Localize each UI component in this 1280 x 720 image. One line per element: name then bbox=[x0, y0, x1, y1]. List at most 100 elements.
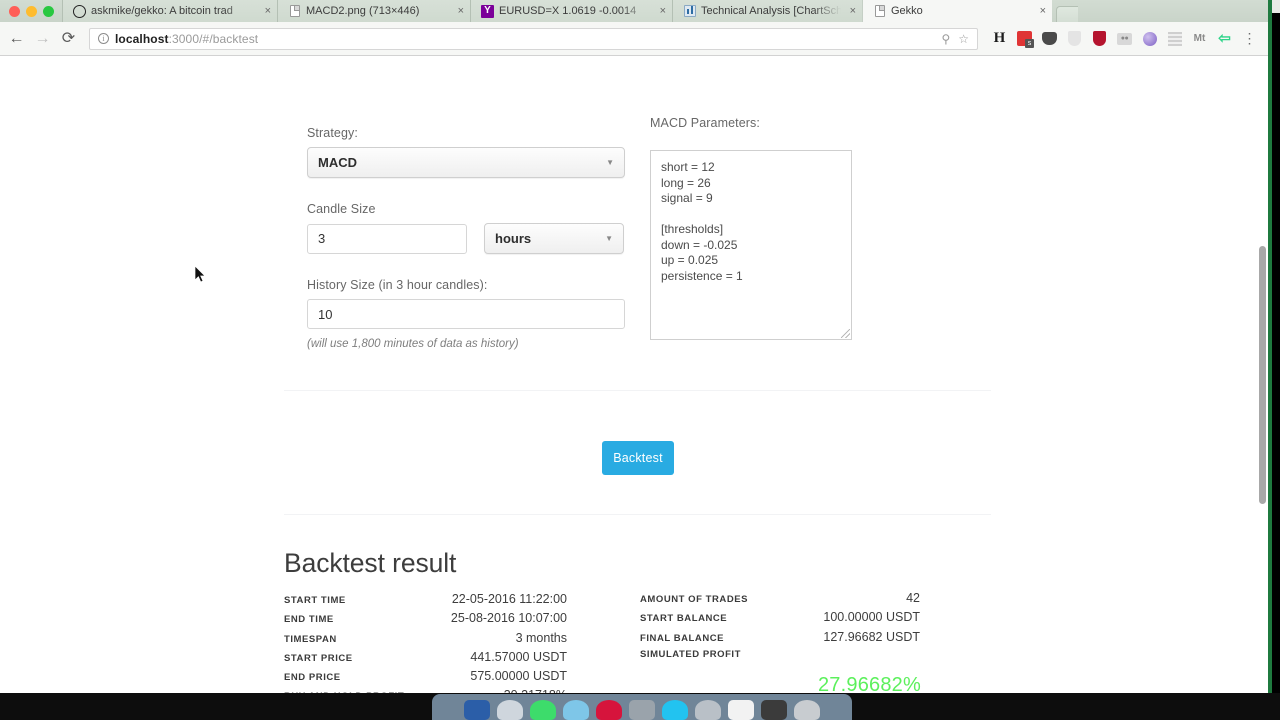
table-row: SIMULATED PROFIT bbox=[640, 649, 920, 668]
ublock-extension-icon[interactable] bbox=[1091, 30, 1108, 47]
candle-size-label: Candle Size bbox=[307, 202, 376, 216]
back-arrow-icon[interactable]: ← bbox=[8, 30, 25, 47]
star-icon[interactable]: ☆ bbox=[958, 32, 969, 46]
chart-icon bbox=[683, 5, 696, 18]
candle-unit-select[interactable]: hours ▼ bbox=[484, 223, 624, 254]
dock-trash-icon[interactable] bbox=[794, 700, 820, 720]
dock-mail-icon[interactable] bbox=[629, 700, 655, 720]
vertical-scrollbar[interactable] bbox=[1256, 56, 1268, 693]
history-hint: (will use 1,800 minutes of data as histo… bbox=[307, 338, 519, 350]
github-icon bbox=[73, 4, 86, 18]
macos-dock[interactable] bbox=[432, 694, 852, 720]
tab-github-gekko[interactable]: askmike/gekko: A bitcoin trad × bbox=[62, 0, 277, 22]
ghostery-extension-icon[interactable] bbox=[1066, 30, 1083, 47]
chrome-window: askmike/gekko: A bitcoin trad × MACD2.pn… bbox=[0, 0, 1268, 693]
strategy-label: Strategy: bbox=[307, 126, 358, 140]
tab-close-button[interactable]: × bbox=[1036, 5, 1046, 17]
result-value: 22-05-2016 11:22:00 bbox=[451, 592, 567, 606]
tab-title: Technical Analysis [ChartScho bbox=[701, 5, 841, 17]
result-key: TIMESPAN bbox=[284, 633, 337, 645]
address-bar[interactable]: i localhost:3000/#/backtest ⚲ ☆ bbox=[89, 27, 978, 50]
tab-strip: askmike/gekko: A bitcoin trad × MACD2.pn… bbox=[0, 0, 1268, 22]
resize-grip-icon[interactable] bbox=[841, 329, 850, 338]
screen: ⍒ Mike van askmike/gekko: A bitcoin trad… bbox=[0, 0, 1280, 720]
orb-extension-icon[interactable] bbox=[1141, 30, 1158, 47]
table-row: AMOUNT OF TRADES 42 bbox=[640, 591, 920, 610]
chevron-down-icon: ▼ bbox=[605, 234, 613, 243]
url-text: localhost:3000/#/backtest bbox=[115, 32, 258, 46]
url-host: localhost bbox=[115, 31, 169, 46]
honey-extension-icon[interactable]: H bbox=[991, 30, 1008, 47]
minimize-window-button[interactable] bbox=[26, 6, 37, 17]
candle-unit-value: hours bbox=[495, 231, 532, 246]
dock-finder-icon[interactable] bbox=[464, 700, 490, 720]
momentum-extension-icon[interactable]: Mt bbox=[1191, 30, 1208, 47]
params-textarea[interactable]: short = 12 long = 26 signal = 9 [thresho… bbox=[650, 150, 852, 340]
result-value: 3 months bbox=[515, 630, 567, 645]
table-row: START TIME 22-05-2016 11:22:00 bbox=[284, 592, 567, 611]
gekko-backtest-page: Strategy: MACD ▼ Candle Size 3 hours ▼ H… bbox=[0, 56, 1268, 693]
result-key: SIMULATED PROFIT bbox=[640, 648, 741, 660]
search-icon[interactable]: ⚲ bbox=[941, 32, 950, 46]
simulated-profit-value: 27.96682% bbox=[817, 674, 921, 693]
params-label: MACD Parameters: bbox=[650, 116, 760, 130]
results-right-column: AMOUNT OF TRADES 42 START BALANCE 100.00… bbox=[640, 591, 920, 668]
tab-macd2-png[interactable]: MACD2.png (713×446) × bbox=[277, 0, 470, 22]
dock-twitter-icon[interactable] bbox=[662, 700, 688, 720]
dock-safari-icon[interactable] bbox=[563, 700, 589, 720]
tab-technical-analysis[interactable]: Technical Analysis [ChartScho × bbox=[672, 0, 862, 22]
page-title: Backtest result bbox=[284, 548, 457, 578]
strategy-select-value: MACD bbox=[318, 155, 357, 170]
extensions-bar: H ●● Mt ⇦ ⋮ bbox=[991, 30, 1260, 48]
tab-eurusd[interactable]: Y EURUSD=X 1.0619 -0.0014 × bbox=[470, 0, 672, 22]
candle-size-input[interactable]: 3 bbox=[307, 223, 467, 254]
tab-gekko[interactable]: Gekko × bbox=[862, 0, 1052, 22]
reload-icon[interactable]: ⟳ bbox=[60, 30, 77, 47]
kebab-menu-icon[interactable]: ⋮ bbox=[1241, 30, 1258, 47]
tab-title: askmike/gekko: A bitcoin trad bbox=[91, 5, 233, 17]
dock-messages-icon[interactable] bbox=[530, 700, 556, 720]
result-value: 100.00000 USDT bbox=[823, 610, 920, 625]
dock-music-icon[interactable] bbox=[596, 700, 622, 720]
strategy-parameters-panel: MACD Parameters: short = 12 long = 26 si… bbox=[650, 116, 855, 340]
close-window-button[interactable] bbox=[9, 6, 20, 17]
scrollbar-thumb[interactable] bbox=[1259, 246, 1266, 504]
chevron-down-icon: ▼ bbox=[606, 158, 614, 167]
result-key: FINAL BALANCE bbox=[640, 632, 725, 644]
history-size-input[interactable]: 10 bbox=[307, 299, 625, 329]
table-row: TIMESPAN 3 months bbox=[284, 631, 567, 650]
tab-title: MACD2.png (713×446) bbox=[306, 5, 420, 17]
dock-settings-icon[interactable] bbox=[695, 700, 721, 720]
result-key: START TIME bbox=[284, 595, 346, 606]
dock-siri-icon[interactable] bbox=[497, 700, 523, 720]
browser-toolbar: ← → ⟳ i localhost:3000/#/backtest ⚲ ☆ H … bbox=[0, 22, 1268, 56]
window-edge bbox=[1268, 0, 1272, 693]
lastpass-extension-icon[interactable]: ●● bbox=[1116, 30, 1133, 47]
candle-size-value: 3 bbox=[318, 231, 326, 246]
strategy-select[interactable]: MACD ▼ bbox=[307, 147, 625, 178]
screenshot-extension-icon[interactable] bbox=[1016, 30, 1034, 48]
pocket-extension-icon[interactable] bbox=[1041, 30, 1058, 47]
table-row: END TIME 25-08-2016 10:07:00 bbox=[284, 611, 567, 630]
maximize-window-button[interactable] bbox=[43, 6, 54, 17]
dock-notes-icon[interactable] bbox=[728, 700, 754, 720]
table-row: FINAL BALANCE 127.96682 USDT bbox=[640, 630, 920, 649]
dock-terminal-icon[interactable] bbox=[761, 700, 787, 720]
yahoo-finance-icon: Y bbox=[481, 4, 494, 18]
tab-close-button[interactable]: × bbox=[261, 5, 271, 17]
tab-title: EURUSD=X 1.0619 -0.0014 bbox=[499, 5, 637, 17]
tab-close-button[interactable]: × bbox=[656, 5, 666, 17]
new-tab-button[interactable] bbox=[1056, 6, 1078, 22]
qr-extension-icon[interactable] bbox=[1166, 30, 1183, 47]
window-controls bbox=[0, 6, 62, 22]
info-icon[interactable]: i bbox=[98, 33, 109, 44]
table-row: START PRICE 441.57000 USDT bbox=[284, 650, 567, 669]
section-divider bbox=[284, 390, 991, 391]
tab-close-button[interactable]: × bbox=[454, 5, 464, 17]
backtest-button[interactable]: Backtest bbox=[602, 441, 674, 475]
grammarly-extension-icon[interactable]: ⇦ bbox=[1216, 30, 1233, 47]
table-row: END PRICE 575.00000 USDT bbox=[284, 669, 567, 688]
mouse-cursor bbox=[195, 266, 206, 283]
tab-close-button[interactable]: × bbox=[846, 5, 856, 17]
result-key: START PRICE bbox=[284, 652, 353, 664]
